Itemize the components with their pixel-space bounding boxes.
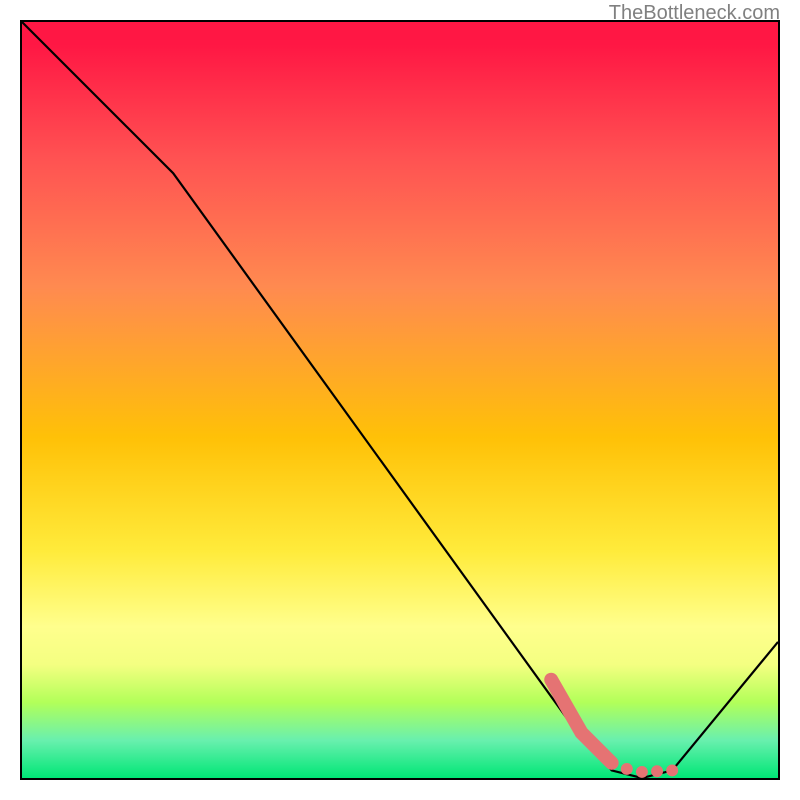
highlight-dot xyxy=(666,764,678,776)
bottleneck-curve-path xyxy=(22,22,778,778)
highlight-stroke xyxy=(551,680,611,763)
highlight-points xyxy=(551,680,678,778)
highlight-dot xyxy=(651,765,663,777)
highlight-dot xyxy=(621,763,633,775)
plot-area xyxy=(20,20,780,780)
highlight-dot xyxy=(636,766,648,778)
curve-svg xyxy=(22,22,778,778)
chart-container: TheBottleneck.com xyxy=(0,0,800,800)
